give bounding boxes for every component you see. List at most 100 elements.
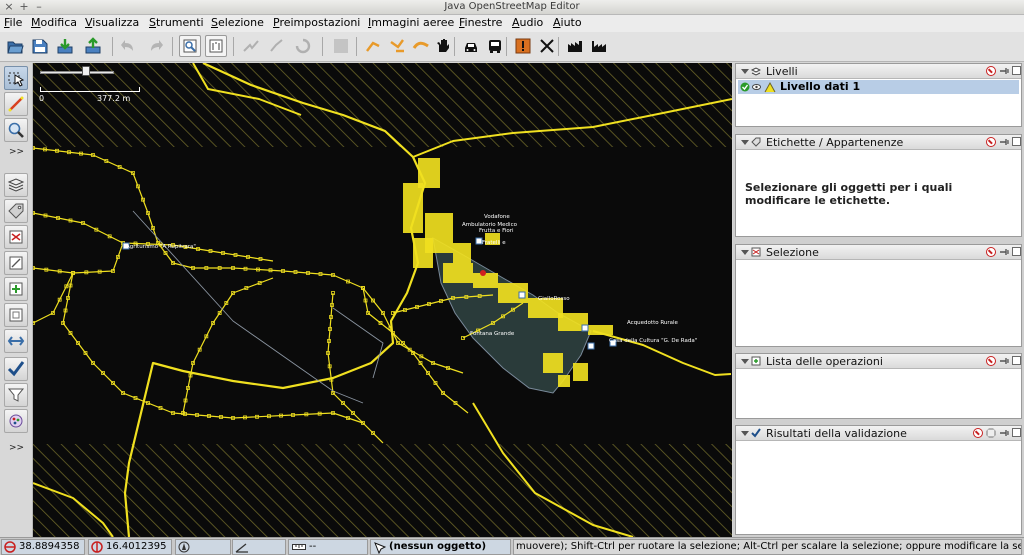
upload-button[interactable] [82,35,104,57]
relations-list-button[interactable] [4,251,28,275]
conflicts-button[interactable] [4,303,28,327]
tags-toggle-button[interactable] [4,199,28,223]
bus-button[interactable] [484,35,506,57]
preferences-button[interactable] [179,35,201,57]
poi-marker[interactable] [581,324,589,332]
selection-panel-header[interactable]: Selezione [736,245,1021,260]
collapse-arrow-icon[interactable] [740,356,750,366]
merge-button[interactable] [4,329,28,353]
map-view[interactable]: 0 377.2 m Agriturismo "A Rupitrara" Voda… [33,63,732,537]
layer-active-icon[interactable] [740,82,750,92]
collapse-arrow-icon[interactable] [740,137,750,147]
panel-close-icon[interactable] [986,356,996,366]
reverse-way-button[interactable] [292,35,314,57]
tags-panel-title: Etichette / Appartenenze [766,136,904,149]
poi-marker[interactable] [587,342,595,350]
building-cluster[interactable] [473,273,498,288]
building-cluster[interactable] [403,183,423,233]
map-label: Vodafone [484,214,510,220]
undo-button[interactable] [118,35,140,57]
menu-finestre[interactable]: Finestre [459,16,502,29]
orange-draw-1-button[interactable] [362,35,384,57]
panel-detach-icon[interactable] [1012,66,1021,75]
panel-pin-icon[interactable] [999,247,1009,257]
menu-immagini-aeree[interactable]: Immagini aeree [368,16,454,29]
orange-draw-2-button[interactable] [386,35,408,57]
building-cluster[interactable] [588,325,613,335]
factory-button[interactable] [588,35,610,57]
menu-modifica[interactable]: Modifica [31,16,77,29]
map-canvas[interactable] [33,63,732,537]
save-button[interactable] [29,35,51,57]
building-cluster[interactable] [573,363,588,381]
combine-way-button[interactable] [266,35,288,57]
commands-panel-header[interactable]: Lista delle operazioni [736,354,1021,369]
menu-visualizza[interactable]: Visualizza [85,16,139,29]
tags-panel-header[interactable]: Etichette / Appartenenze [736,135,1021,150]
building-cluster[interactable] [558,375,570,387]
panel-pin-icon[interactable] [999,356,1009,366]
collapse-arrow-icon[interactable] [740,66,750,76]
zoom-slider-thumb[interactable] [82,66,90,76]
tags-empty-message: Selezionare gli oggetti per i quali modi… [745,181,953,207]
validation-panel-header[interactable]: Risultati della validazione [736,426,1021,441]
delete-button[interactable] [330,35,352,57]
panel-detach-icon[interactable] [1012,247,1021,256]
layer-visible-icon[interactable] [752,83,761,91]
select-tool-button[interactable] [4,66,28,90]
layers-panel-header[interactable]: Livelli [736,64,1021,79]
building-cluster[interactable] [543,353,563,373]
more-tools-toggle[interactable]: >> [9,147,24,157]
building-cluster[interactable] [453,243,471,263]
panel-pin-icon[interactable] [999,137,1009,147]
layers-toggle-button[interactable] [4,173,28,197]
panel-settings-icon[interactable] [986,428,996,438]
layer-row[interactable]: Livello dati 1 [738,80,1019,94]
panel-pin-icon[interactable] [999,428,1009,438]
redo-button[interactable] [144,35,166,57]
panel-pin-icon[interactable] [999,66,1009,76]
filter-button[interactable] [4,383,28,407]
validation-panel: Risultati della validazione [735,425,1022,535]
download-button[interactable] [54,35,76,57]
zoom-slider-track[interactable] [40,71,114,74]
draw-tool-button[interactable] [4,92,28,116]
car-button[interactable] [460,35,482,57]
split-way-button[interactable] [240,35,262,57]
building-cluster[interactable] [443,263,473,283]
collapse-arrow-icon[interactable] [740,247,750,257]
map-label: Fontana Grande [470,331,515,337]
info-button[interactable] [205,35,227,57]
warning-button[interactable] [512,35,534,57]
poi-marker[interactable] [480,270,486,276]
menu-selezione[interactable]: Selezione [211,16,264,29]
zoom-tool-button[interactable] [4,118,28,142]
orange-draw-3-button[interactable] [410,35,432,57]
panel-close-icon[interactable] [986,247,996,257]
commands-button[interactable] [4,277,28,301]
panel-close-icon[interactable] [986,66,996,76]
map-paint-button[interactable] [4,409,28,433]
distance-field: -- [288,539,368,555]
hand-button[interactable] [432,35,454,57]
panel-detach-icon[interactable] [1012,137,1021,146]
menu-preimpostazioni[interactable]: Preimpostazioni [273,16,360,29]
validation-button[interactable] [4,357,28,381]
panel-detach-icon[interactable] [1012,428,1021,437]
collapse-arrow-icon[interactable] [740,428,750,438]
open-file-button[interactable] [4,35,26,57]
menu-audio[interactable]: Audio [512,16,543,29]
menu-aiuto[interactable]: Aiuto [553,16,582,29]
menu-file[interactable]: File [4,16,22,29]
reverse-way-icon [295,38,311,54]
selection-list-button[interactable] [4,225,28,249]
more-toggles-toggle[interactable]: >> [9,443,24,453]
panel-close-icon[interactable] [973,428,983,438]
building-button[interactable] [564,35,586,57]
close-x-button[interactable] [536,35,558,57]
menu-strumenti[interactable]: Strumenti [149,16,204,29]
panel-close-icon[interactable] [986,137,996,147]
poi-marker[interactable] [518,291,526,299]
building-cluster[interactable] [413,238,433,268]
panel-detach-icon[interactable] [1012,356,1021,365]
